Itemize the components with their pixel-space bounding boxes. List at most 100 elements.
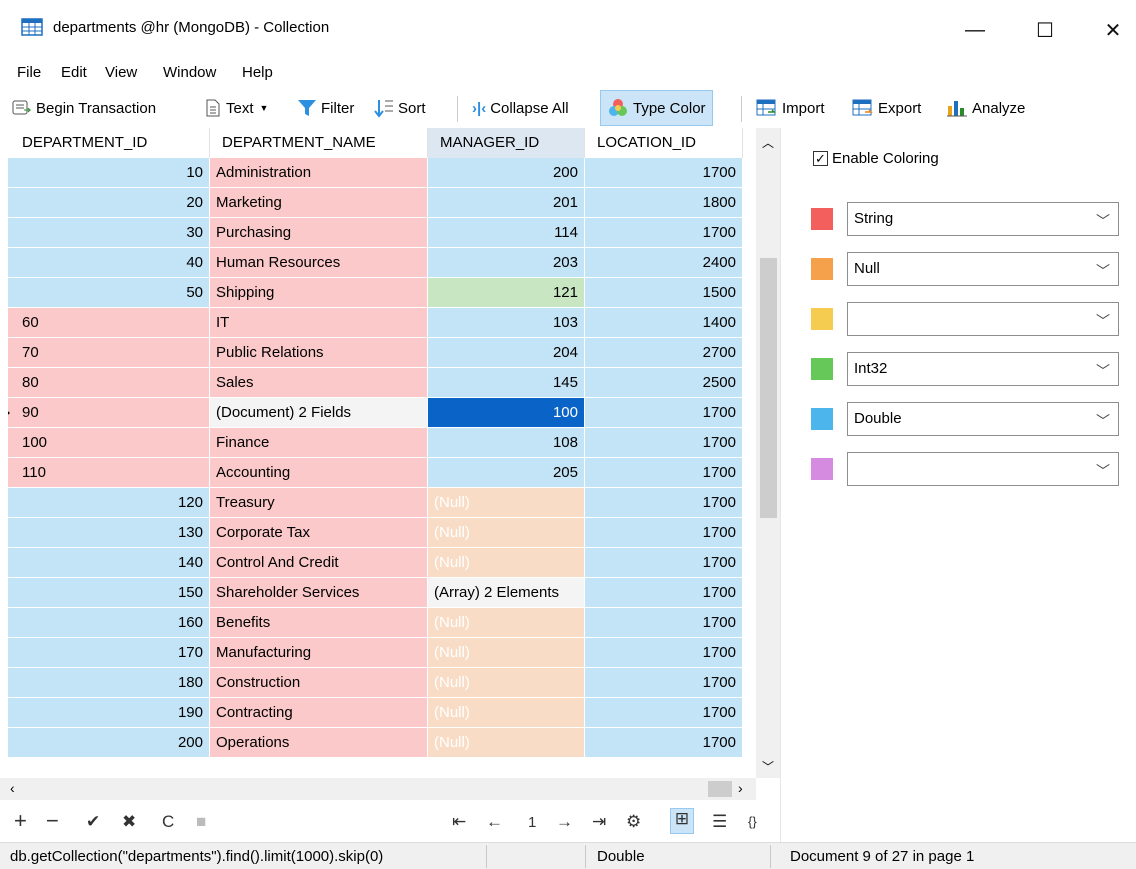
scroll-left-icon[interactable]: ‹ [10,780,15,796]
cell-department-id[interactable]: 200 [8,728,210,758]
cell-manager-id[interactable]: (Null) [428,488,585,518]
scroll-thumb[interactable] [760,258,777,518]
data-grid[interactable]: DEPARTMENT_ID DEPARTMENT_NAME MANAGER_ID… [8,128,756,758]
table-row[interactable]: 180 Construction (Null) 1700 [8,668,756,698]
cell-department-id[interactable]: 60 [8,308,210,338]
cell-department-id[interactable]: 170 [8,638,210,668]
cell-department-name[interactable]: Operations [210,728,428,758]
cell-location-id[interactable]: 1700 [585,428,743,458]
cell-department-id[interactable]: 190 [8,698,210,728]
cell-department-id[interactable]: 70 [8,338,210,368]
cell-department-name[interactable]: Corporate Tax [210,518,428,548]
cell-manager-id[interactable]: (Array) 2 Elements [428,578,585,608]
cell-department-name[interactable]: Sales [210,368,428,398]
cell-manager-id[interactable]: (Null) [428,668,585,698]
cell-manager-id[interactable]: 145 [428,368,585,398]
cell-department-name[interactable]: Manufacturing [210,638,428,668]
menu-window[interactable]: Window [163,64,216,81]
cell-department-name[interactable]: Accounting [210,458,428,488]
cell-department-name[interactable]: Shipping [210,278,428,308]
column-header[interactable]: DEPARTMENT_NAME [210,128,428,158]
close-button[interactable]: ✕ [1090,0,1136,60]
discard-icon[interactable]: ✖ [122,812,136,832]
color-swatch[interactable] [811,458,833,480]
cell-location-id[interactable]: 2400 [585,248,743,278]
color-swatch[interactable] [811,308,833,330]
table-row[interactable]: 190 Contracting (Null) 1700 [8,698,756,728]
cell-department-id[interactable]: 140 [8,548,210,578]
begin-transaction-button[interactable]: Begin Transaction [12,90,156,126]
column-header[interactable]: LOCATION_ID [585,128,743,158]
cell-department-id[interactable]: 110 [8,458,210,488]
cell-department-id[interactable]: 10 [8,158,210,188]
cell-location-id[interactable]: 1700 [585,158,743,188]
cell-location-id[interactable]: 1700 [585,398,743,428]
cell-department-name[interactable]: Benefits [210,608,428,638]
cell-location-id[interactable]: 1700 [585,458,743,488]
table-row[interactable]: 90 (Document) 2 Fields 100 1700 [8,398,756,428]
table-row[interactable]: 40 Human Resources 203 2400 [8,248,756,278]
cell-location-id[interactable]: 1500 [585,278,743,308]
table-row[interactable]: 60 IT 103 1400 [8,308,756,338]
table-row[interactable]: 130 Corporate Tax (Null) 1700 [8,518,756,548]
refresh-icon[interactable]: C [162,812,174,832]
cell-department-id[interactable]: 30 [8,218,210,248]
table-row[interactable]: 10 Administration 200 1700 [8,158,756,188]
menu-edit[interactable]: Edit [61,64,87,81]
cell-location-id[interactable]: 1700 [585,488,743,518]
cell-department-id[interactable]: 20 [8,188,210,218]
cell-manager-id[interactable]: (Null) [428,548,585,578]
table-row[interactable]: 20 Marketing 201 1800 [8,188,756,218]
cell-location-id[interactable]: 1700 [585,698,743,728]
cell-department-id[interactable]: 120 [8,488,210,518]
next-page-icon[interactable]: → [556,812,573,832]
table-row[interactable]: 200 Operations (Null) 1700 [8,728,756,758]
cell-department-name[interactable]: Purchasing [210,218,428,248]
table-row[interactable]: 140 Control And Credit (Null) 1700 [8,548,756,578]
color-swatch[interactable] [811,208,833,230]
cell-location-id[interactable]: 1700 [585,728,743,758]
cell-manager-id[interactable]: (Null) [428,728,585,758]
cell-manager-id[interactable]: 121 [428,278,585,308]
cell-location-id[interactable]: 1700 [585,548,743,578]
export-button[interactable]: Export [852,90,921,126]
cell-department-name[interactable]: Construction [210,668,428,698]
add-record-icon[interactable]: + [14,808,27,834]
cell-department-name[interactable]: Shareholder Services [210,578,428,608]
cell-location-id[interactable]: 1700 [585,608,743,638]
table-row[interactable]: 70 Public Relations 204 2700 [8,338,756,368]
cell-manager-id[interactable]: (Null) [428,608,585,638]
cell-department-name[interactable]: Marketing [210,188,428,218]
cell-manager-id[interactable]: 108 [428,428,585,458]
cell-location-id[interactable]: 1700 [585,638,743,668]
scroll-down-icon[interactable]: ﹀ [762,758,774,775]
table-row[interactable]: 50 Shipping 121 1500 [8,278,756,308]
scroll-right-icon[interactable]: › [738,780,743,796]
cell-department-id[interactable]: 80 [8,368,210,398]
minimize-button[interactable]: — [952,0,998,60]
cell-location-id[interactable]: 1700 [585,518,743,548]
table-row[interactable]: 150 Shareholder Services (Array) 2 Element… [8,578,756,608]
scroll-thumb[interactable] [708,781,732,797]
color-swatch[interactable] [811,258,833,280]
cell-location-id[interactable]: 1700 [585,668,743,698]
sort-button[interactable]: Sort [374,90,426,126]
previous-page-icon[interactable]: ← [486,812,503,832]
color-swatch[interactable] [811,408,833,430]
cell-manager-id[interactable]: (Null) [428,698,585,728]
cell-department-name[interactable]: IT [210,308,428,338]
analyze-button[interactable]: Analyze [946,90,1025,126]
table-row[interactable]: 30 Purchasing 114 1700 [8,218,756,248]
type-select[interactable]: Null ﹀ [847,252,1119,286]
cell-location-id[interactable]: 2500 [585,368,743,398]
collapse-all-button[interactable]: ›|‹ Collapse All [472,90,569,126]
cell-department-name[interactable]: Contracting [210,698,428,728]
cell-department-name[interactable]: Finance [210,428,428,458]
cell-manager-id[interactable]: 200 [428,158,585,188]
cell-department-id[interactable]: 180 [8,668,210,698]
cell-location-id[interactable]: 1400 [585,308,743,338]
type-select[interactable]: Int32 ﹀ [847,352,1119,386]
vertical-scrollbar[interactable]: ︿ ﹀ [756,128,780,778]
stop-icon[interactable]: ■ [196,812,206,832]
cell-manager-id[interactable]: 100 [428,398,585,428]
